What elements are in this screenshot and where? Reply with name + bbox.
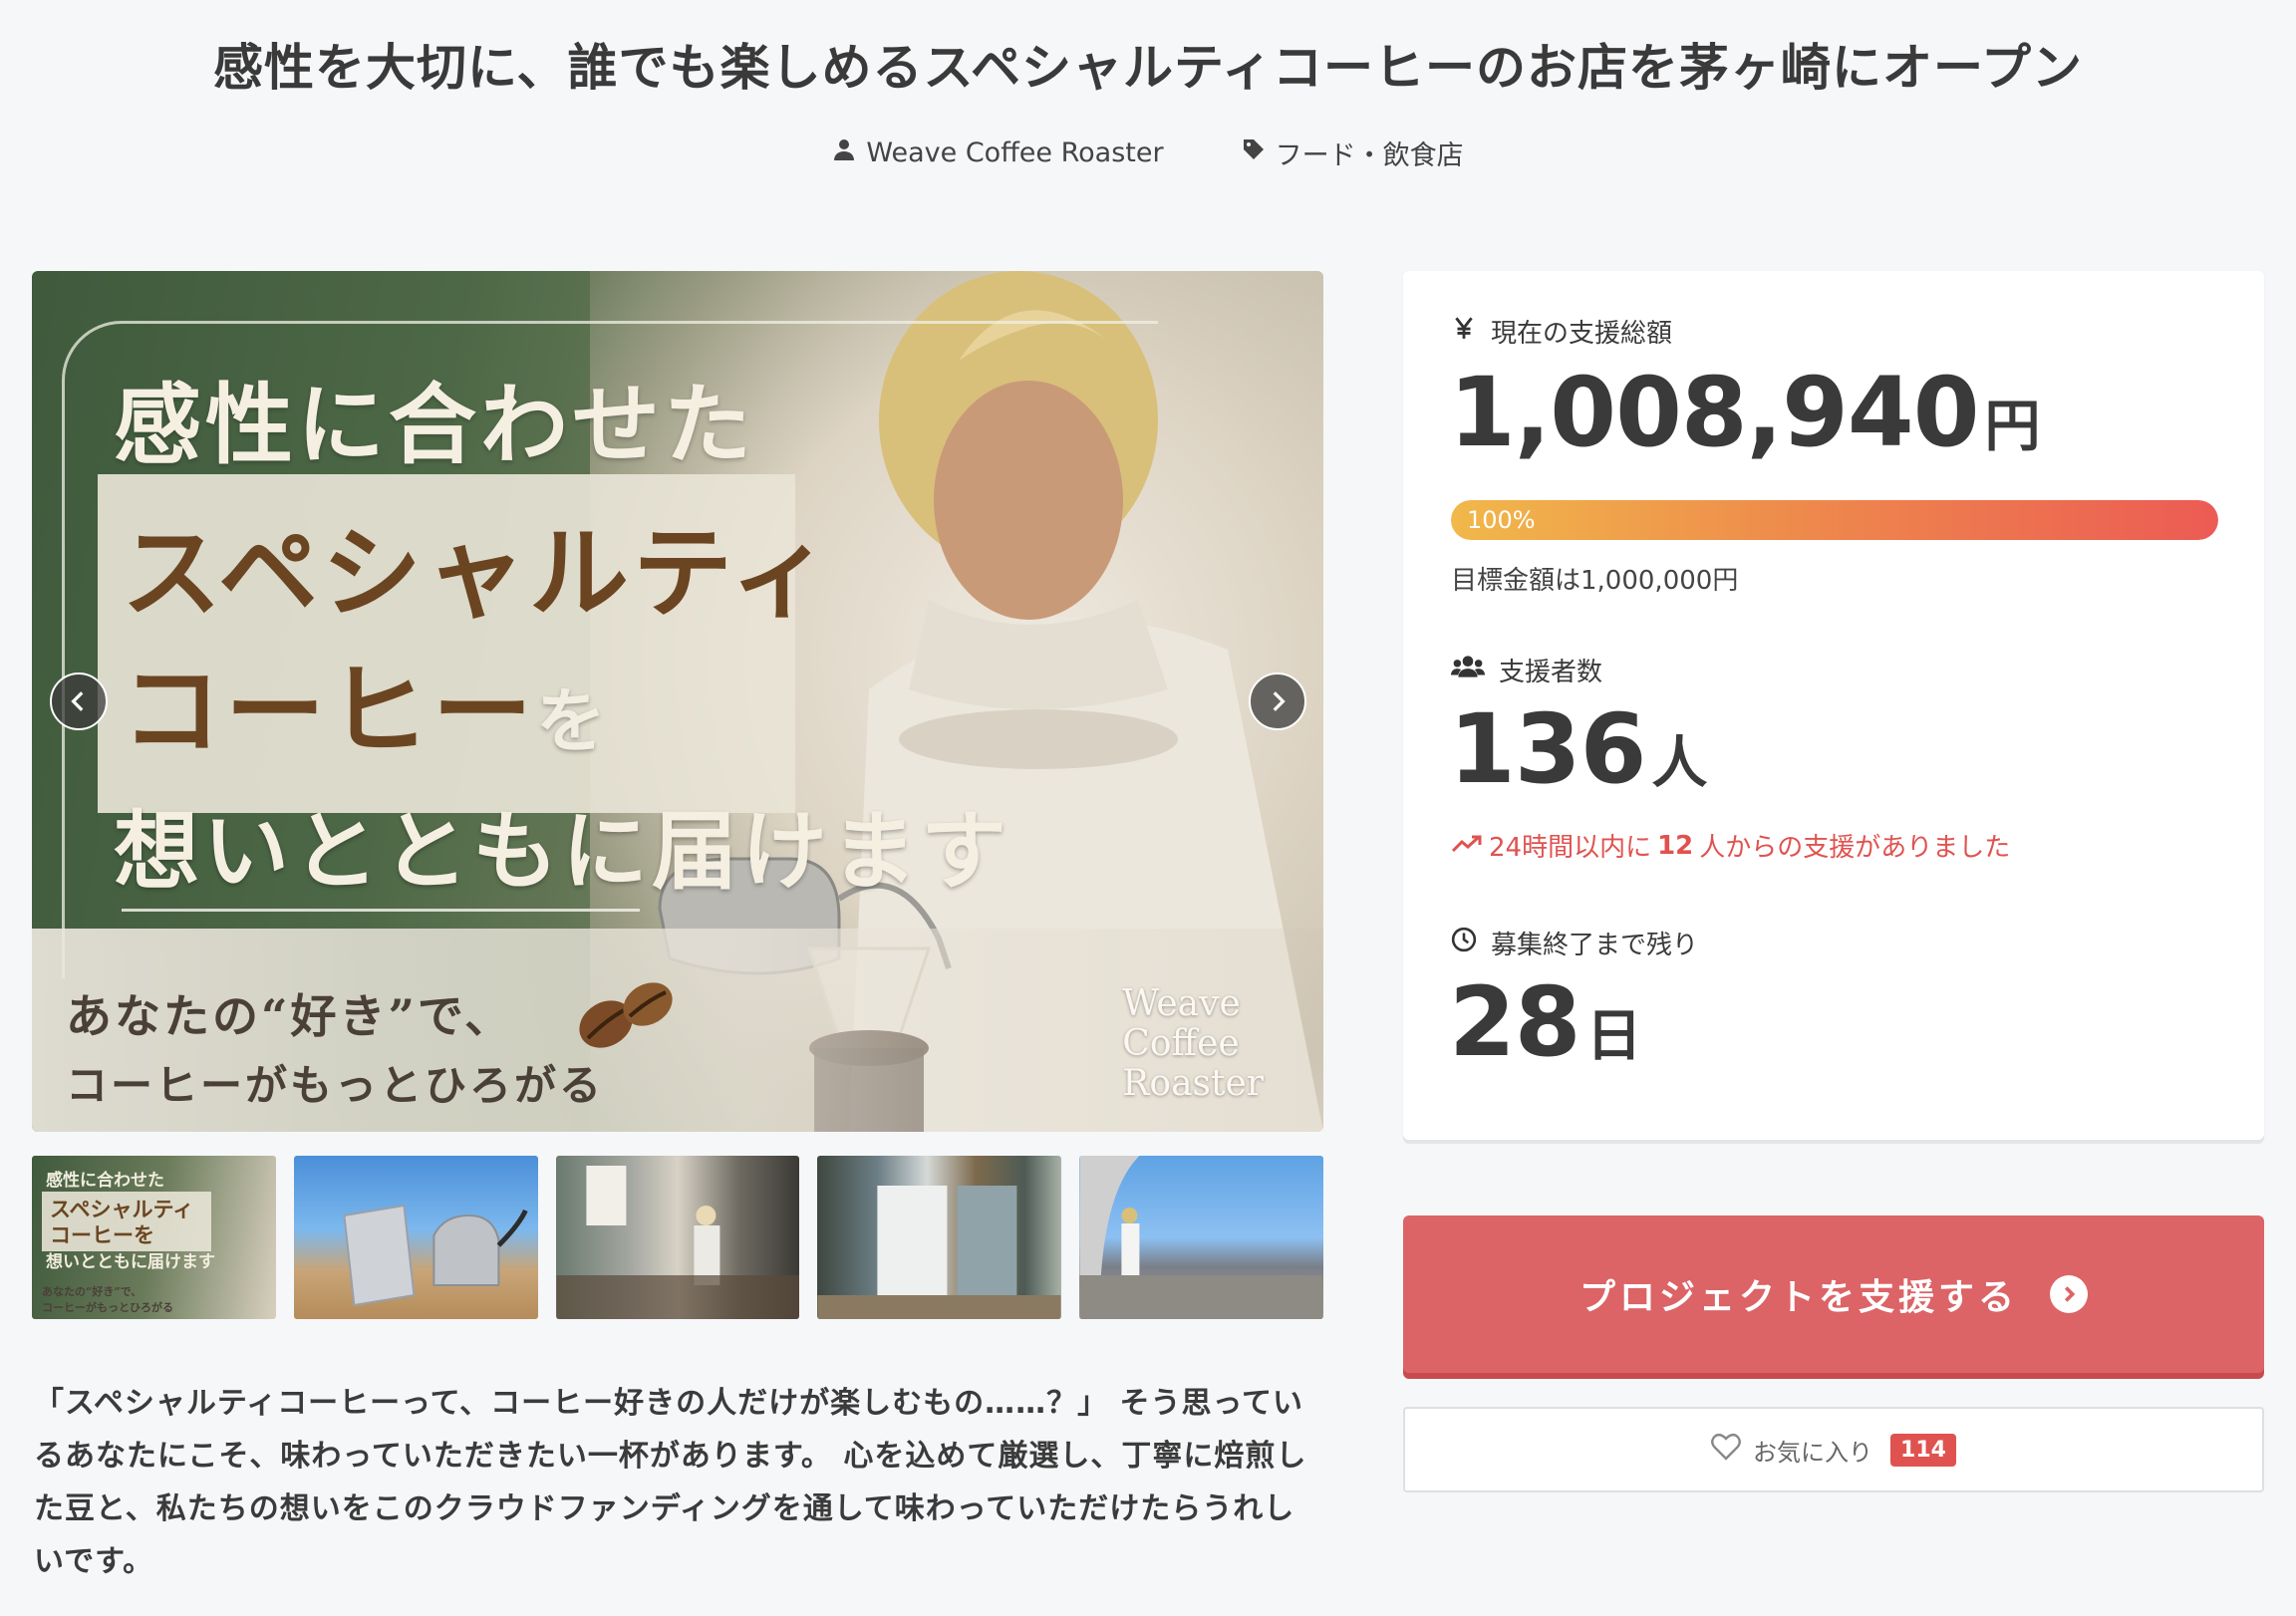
category-link[interactable]: フード・飲食店 [1242,134,1464,172]
thumb-text-line6: コーヒーがもっとひろがる [42,1301,173,1314]
trending-up-icon [1451,831,1483,861]
supporters-label: 支援者数 [1451,652,1602,688]
beach-portrait-photo [1079,1156,1323,1319]
brand-line3: Roaster [1122,1063,1264,1104]
supporters-value: 136 人 [1449,693,1707,805]
favorite-count-badge: 114 [1890,1433,1956,1467]
trend-count: 12 [1657,830,1694,861]
thumbnail-strip: 感性に合わせた スペシャルティ コーヒーを 想いとともに届けます あなたの“好き… [32,1156,1323,1319]
thumb-text-line4: 想いとともに届けます [46,1252,215,1272]
hero-headline-line2: スペシャルティ [122,514,834,632]
amount-label: 現在の支援総額 [1451,313,1672,350]
page-title: 感性を大切に、誰でも楽しめるスペシャルティコーヒーのお店を茅ヶ崎にオープン [213,39,2083,97]
category-name: フード・飲食店 [1275,140,1464,171]
remaining-label-text: 募集終了まで残り [1491,931,1699,960]
hero-headline-line3-particle: を [536,679,610,762]
remaining-label: 募集終了まで残り [1451,925,1698,961]
thumbnail-3[interactable] [555,1156,800,1319]
thumbnail-5[interactable] [1079,1156,1323,1319]
supporters-unit: 人 [1651,731,1708,796]
favorite-label: お気に入り [1753,1438,1873,1467]
thumb-text-line5: あなたの“好き”で、 [42,1285,143,1298]
thumbnail-1[interactable]: 感性に合わせた スペシャルティ コーヒーを 想いとともに届けます あなたの“好き… [32,1156,276,1319]
yen-icon [1451,315,1477,348]
owner-link[interactable]: Weave Coffee Roaster [832,134,1164,172]
shop-exterior-photo [817,1186,1061,1319]
chevron-right-icon [1273,691,1286,711]
carousel-next-button[interactable] [1249,673,1306,730]
amount-unit: 円 [1984,395,2041,459]
support-button-label: プロジェクトを支援する [1578,1277,2018,1318]
progress-percent: 100% [1467,506,1536,534]
supporters-number: 136 [1449,693,1646,805]
hero-image[interactable]: 感性に合わせた スペシャルティ コーヒーを 想いとともに届けます あなたの“好き… [32,271,1323,1132]
heart-icon [1711,1433,1741,1467]
hero-headline-line3-main: コーヒー [122,652,536,769]
tag-icon [1242,137,1266,168]
hero-headline-line1: 感性に合わせた [114,373,756,476]
decorative-underline [122,909,640,912]
amount-number: 1,008,940 [1449,357,1980,468]
hero-tagline-line1: あなたの“好き”で、 [66,989,514,1043]
coffee-beans-icon [579,982,673,1048]
progress-fill: 100% [1451,500,2218,540]
chevron-circle-right-icon [2050,1275,2088,1313]
funding-progress-bar: 100% [1451,500,2218,540]
hero-headline-line3: コーヒーを [122,630,610,774]
recent-support-trend: 24時間以内に 12 人からの支援がありました [1451,827,2010,864]
trend-prefix: 24時間以内に [1489,833,1652,863]
owner-name: Weave Coffee Roaster [866,137,1164,168]
brand-line1: Weave [1122,983,1241,1024]
thumbnail-2[interactable] [293,1156,538,1319]
chevron-left-icon [71,691,84,711]
thumb-text-line1: 感性に合わせた [46,1171,164,1191]
project-meta: Weave Coffee Roaster フード・飲食店 [0,134,2296,172]
trend-suffix: 人からの支援がありました [1699,833,2011,863]
hero-headline-line4: 想いとともに届けます [114,801,1010,902]
hero-tagline-line2: コーヒーがもっとひろがる [66,1061,605,1110]
coffee-bag-kettle-photo [343,1204,528,1307]
remaining-number: 28 [1449,966,1581,1078]
stats-card: 現在の支援総額 1,008,940 円 100% 目標金額は1,000,000円… [1403,271,2264,1140]
shop-interior-photo [555,1166,799,1319]
brand-line2: Coffee [1122,1023,1240,1064]
project-description: 「スペシャルティコーヒーって、コーヒー好きの人だけが楽しむもの……？」 そう思っ… [34,1386,1307,1579]
goal-amount: 目標金額は1,000,000円 [1451,566,1739,596]
hero-brand-logo: Weave Coffee Roaster [1122,984,1264,1104]
carousel-prev-button[interactable] [50,673,108,730]
supporters-label-text: 支援者数 [1499,658,1603,687]
amount-label-text: 現在の支援総額 [1491,319,1673,349]
user-icon [832,137,856,168]
favorite-button[interactable]: お気に入り 114 [1403,1407,2264,1492]
remaining-unit: 日 [1585,1004,1642,1069]
thumbnail-4[interactable] [817,1156,1062,1319]
amount-value: 1,008,940 円 [1449,357,2041,468]
support-project-button[interactable]: プロジェクトを支援する [1403,1215,2264,1373]
remaining-value: 28 日 [1449,966,1642,1078]
users-icon [1451,654,1485,686]
thumb-text-line3: コーヒーを [50,1222,154,1247]
clock-icon [1451,927,1477,959]
